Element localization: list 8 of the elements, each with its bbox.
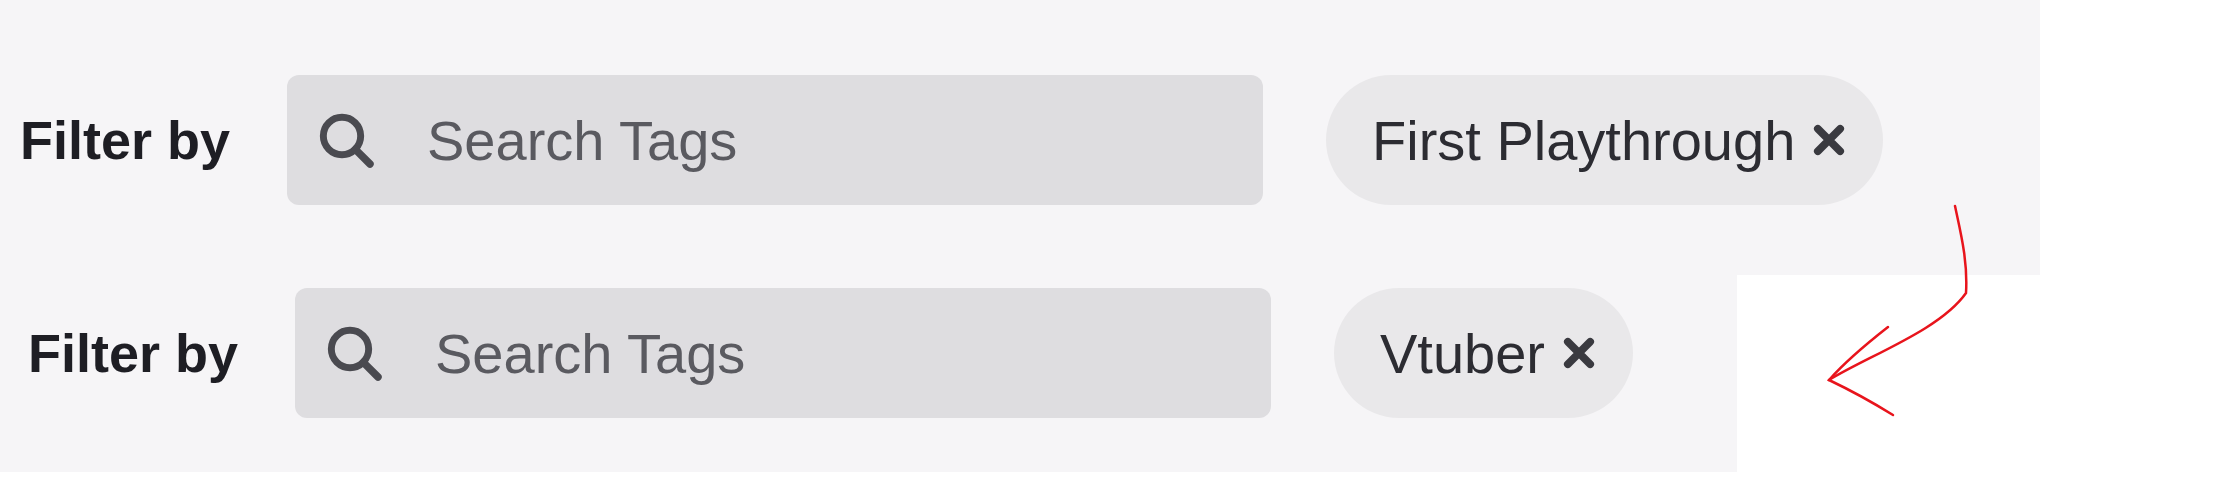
search-field[interactable]: Search Tags — [295, 288, 1271, 418]
search-field[interactable]: Search Tags — [287, 75, 1263, 205]
close-icon[interactable] — [1813, 124, 1846, 156]
tag-label: First Playthrough — [1372, 107, 1796, 173]
filter-label: Filter by — [20, 109, 232, 171]
filter-label: Filter by — [28, 322, 240, 384]
close-icon[interactable] — [1563, 337, 1595, 369]
tag-label: Vtuber — [1380, 320, 1545, 386]
